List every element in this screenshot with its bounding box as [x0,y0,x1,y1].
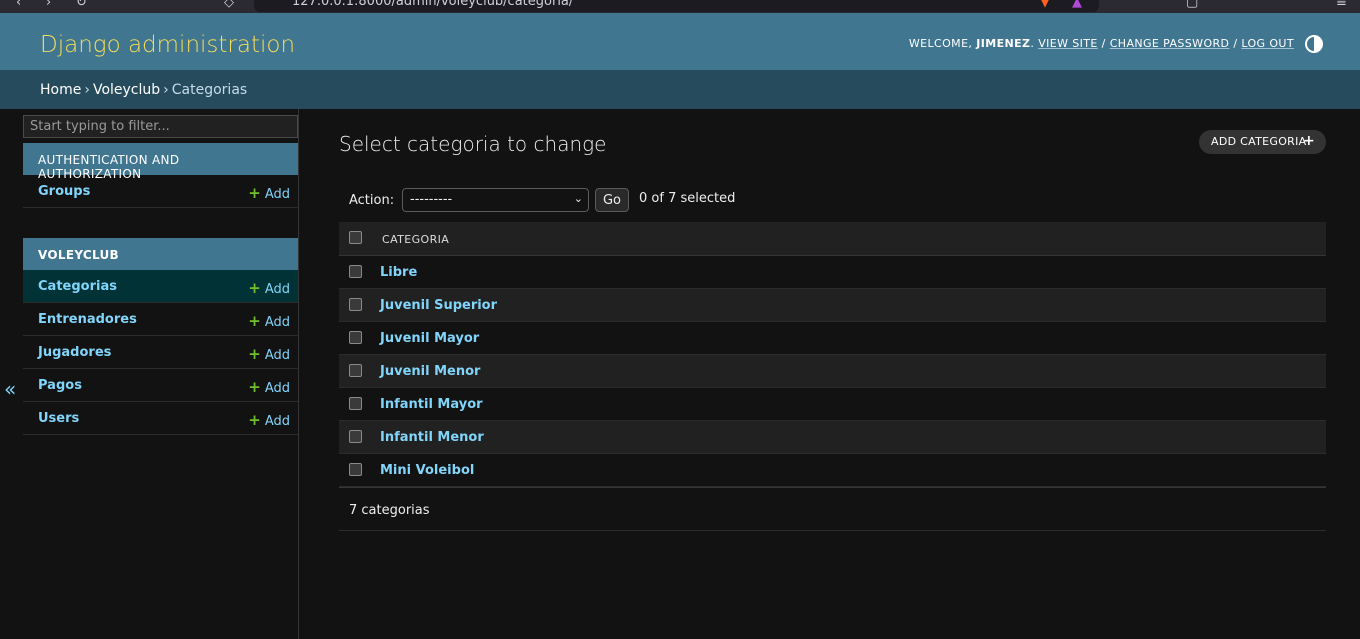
chevron-down-icon: ⌄ [573,192,583,205]
row-checkbox[interactable] [349,298,362,311]
categoria-link[interactable]: Infantil Menor [380,430,484,445]
breadcrumb-app[interactable]: Voleyclub [93,82,160,98]
plus-icon: + [248,411,261,429]
row-checkbox[interactable] [349,463,362,476]
plus-icon: + [1302,133,1315,149]
breadcrumb-home[interactable]: Home [40,82,81,98]
forward-icon[interactable]: › [46,0,51,10]
module-auth-caption[interactable]: AUTHENTICATION AND AUTHORIZATION [23,143,298,181]
paginator: 7 categorias [339,487,1326,531]
browser-toolbar: ‹ › ↻ ◇ 127.0.0.1:8000/admin/voleyclub/c… [0,0,1360,13]
categoria-link[interactable]: Libre [380,265,417,280]
table-row: Juvenil Superior [339,289,1326,322]
log-out-link[interactable]: LOG OUT [1241,37,1294,50]
sidebar-item-groups[interactable]: Groups + Add [23,175,298,208]
action-select-value: --------- [410,192,453,207]
table-row: Infantil Menor [339,421,1326,454]
breadcrumb: Home › Voleyclub › Categorias [0,70,1360,109]
action-select[interactable]: --------- ⌄ [402,188,589,212]
username: JIMENEZ [976,37,1031,50]
column-header-categoria[interactable]: CATEGORIA [382,233,449,246]
user-tools: WELCOME, JIMENEZ. VIEW SITE / CHANGE PAS… [908,37,1294,50]
add-categoria-button[interactable]: ADD CATEGORIA + [1199,130,1326,154]
sidebar-item-categorias[interactable]: Categorias + Add [23,270,298,303]
sidebar-item-pagos[interactable]: Pagos + Add [23,369,298,402]
sidebar-item-label[interactable]: Entrenadores [38,312,137,327]
sidebar-item-users[interactable]: Users + Add [23,402,298,435]
brave-shield-icon[interactable]: ▼ [1040,0,1050,10]
plus-icon: + [248,184,261,202]
categoria-link[interactable]: Juvenil Menor [380,364,480,379]
module-voleyclub-caption[interactable]: VOLEYCLUB [23,238,298,270]
plus-icon: + [248,312,261,330]
action-label: Action: [349,193,395,208]
table-row: Infantil Mayor [339,388,1326,421]
plus-icon: + [248,345,261,363]
row-checkbox[interactable] [349,397,362,410]
view-site-link[interactable]: VIEW SITE [1038,37,1098,50]
add-entrenadores-link[interactable]: + Add [248,312,290,330]
add-categorias-link[interactable]: + Add [248,279,290,297]
table-row: Mini Voleibol [339,454,1326,487]
sidebar-item-jugadores[interactable]: Jugadores + Add [23,336,298,369]
extension-icon[interactable]: ▲ [1072,0,1082,10]
sidebar-item-label[interactable]: Users [38,411,79,426]
reload-icon[interactable]: ↻ [76,0,87,10]
breadcrumb-current: Categorias [171,82,248,98]
nav-filter-input[interactable] [23,115,298,138]
collapse-sidebar-icon[interactable]: « [4,377,16,401]
header: Django administration WELCOME, JIMENEZ. … [0,13,1360,70]
table-row: Juvenil Menor [339,355,1326,388]
table-row: Libre [339,256,1326,289]
row-checkbox[interactable] [349,265,362,278]
select-all-checkbox[interactable] [349,231,362,244]
sidebar-item-label[interactable]: Jugadores [38,345,111,360]
nav-sidebar: AUTHENTICATION AND AUTHORIZATION Groups … [22,109,299,639]
row-checkbox[interactable] [349,364,362,377]
plus-icon: + [248,378,261,396]
page-title: Select categoria to change [339,132,607,156]
selection-counter: 0 of 7 selected [639,191,736,206]
add-pagos-link[interactable]: + Add [248,378,290,396]
actions-bar: Action: --------- ⌄ Go 0 of 7 selected [339,186,1326,214]
add-groups-link[interactable]: + Add [248,184,290,202]
theme-toggle-icon[interactable] [1305,35,1323,53]
back-icon[interactable]: ‹ [16,0,21,10]
sidebar-item-label[interactable]: Categorias [38,279,117,294]
categoria-link[interactable]: Juvenil Superior [380,298,497,313]
sidebar-item-label[interactable]: Pagos [38,378,82,393]
table-row: Juvenil Mayor [339,322,1326,355]
address-bar-url[interactable]: 127.0.0.1:8000/admin/voleyclub/categoria… [292,0,573,9]
categoria-link[interactable]: Mini Voleibol [380,463,474,478]
change-password-link[interactable]: CHANGE PASSWORD [1110,37,1230,50]
add-categoria-label: ADD CATEGORIA [1211,135,1307,148]
result-list: CATEGORIA Libre Juvenil Superior Juvenil… [339,222,1326,487]
sidebar-item-label[interactable]: Groups [38,184,90,199]
menu-icon[interactable]: ≡ [1336,0,1347,10]
result-count: 7 categorias [349,503,430,518]
categoria-link[interactable]: Infantil Mayor [380,397,483,412]
categoria-link[interactable]: Juvenil Mayor [380,331,479,346]
toolbar-icon[interactable]: ▢ [1186,0,1198,10]
table-header: CATEGORIA [339,222,1326,256]
bookmark-icon[interactable]: ◇ [224,0,234,10]
add-users-link[interactable]: + Add [248,411,290,429]
plus-icon: + [248,279,261,297]
add-jugadores-link[interactable]: + Add [248,345,290,363]
sidebar-item-entrenadores[interactable]: Entrenadores + Add [23,303,298,336]
welcome-text: WELCOME, [908,37,973,50]
row-checkbox[interactable] [349,430,362,443]
go-button[interactable]: Go [595,188,629,212]
site-branding[interactable]: Django administration [40,32,295,58]
row-checkbox[interactable] [349,331,362,344]
